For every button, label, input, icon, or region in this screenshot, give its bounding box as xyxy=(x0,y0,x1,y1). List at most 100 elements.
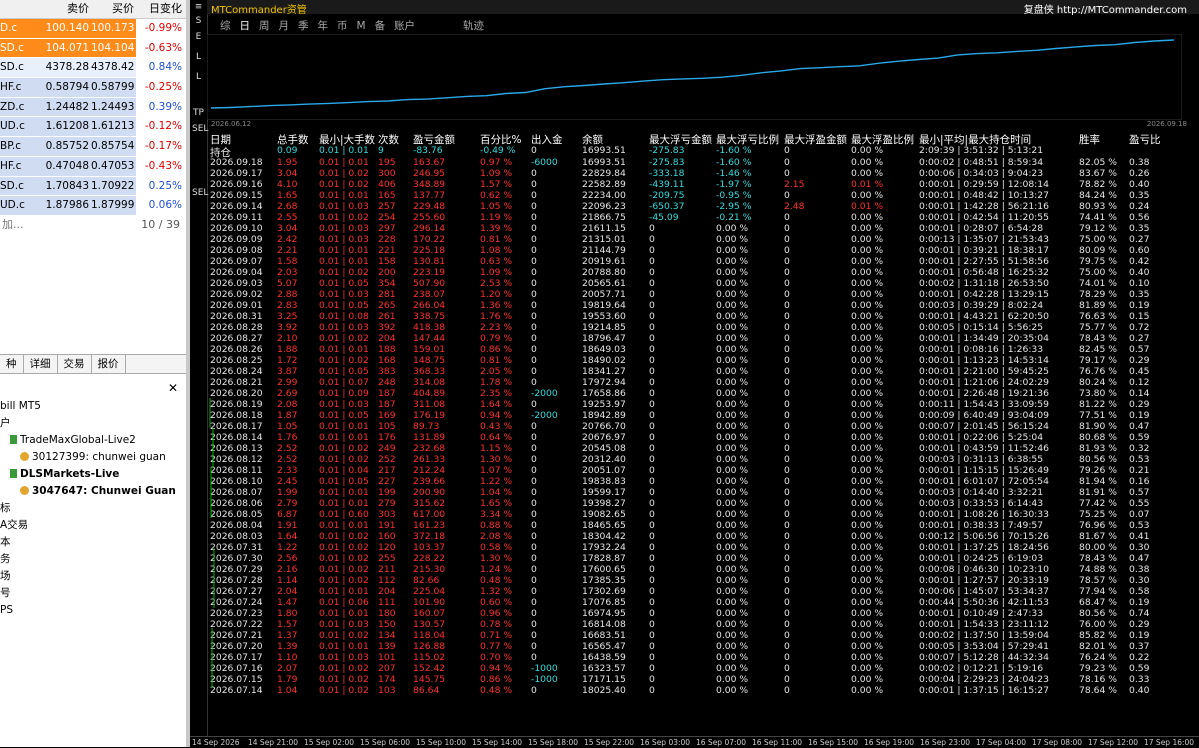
col-ask-header[interactable]: 买价 xyxy=(91,0,136,18)
table-row[interactable]: 2026.08.31 3.25 0.01 | 0.08 261 338.75 1.76 %… xyxy=(207,311,1199,322)
table-cell: 0:00:01 | 0:43:59 | 11:52:46 xyxy=(919,443,1049,454)
table-row[interactable]: 2026.07.16 2.07 0.01 | 0.02 207 152.42 0.94 %… xyxy=(207,663,1199,674)
navigator-item[interactable]: 本 xyxy=(0,534,186,551)
market-watch-row[interactable]: HF.c 0.58794 0.58799 -0.25% xyxy=(0,78,186,98)
table-row[interactable]: 2026.07.23 1.80 0.01 | 0.01 180 160.07 0.96 %… xyxy=(207,608,1199,619)
table-row[interactable]: 2026.09.17 3.04 0.01 | 0.02 300 246.95 1.09 %… xyxy=(207,168,1199,179)
period-tab[interactable]: 币 xyxy=(337,20,348,32)
table-row[interactable]: 2026.09.01 2.83 0.01 | 0.05 265 266.04 1.36 %… xyxy=(207,300,1199,311)
table-row[interactable]: 2026.07.17 1.10 0.01 | 0.03 101 115.02 0.70 %… xyxy=(207,652,1199,663)
col-change-header[interactable]: 日变化 xyxy=(136,0,186,18)
table-row[interactable]: 2026.09.16 4.10 0.01 | 0.02 406 348.89 1.57 %… xyxy=(207,179,1199,190)
table-row[interactable]: 2026.07.31 1.22 0.01 | 0.02 120 103.37 0.58 %… xyxy=(207,542,1199,553)
table-row[interactable]: 2026.07.29 2.16 0.01 | 0.02 211 215.30 1.24 %… xyxy=(207,564,1199,575)
menu-icon[interactable]: ≡ xyxy=(192,2,205,12)
navigator-item[interactable]: PS xyxy=(0,602,186,619)
period-tab[interactable]: 月 xyxy=(279,20,290,32)
market-watch-row[interactable]: D.c 100.140 100.173 -0.99% xyxy=(0,19,186,39)
table-row[interactable]: 2026.08.07 1.99 0.01 | 0.01 199 200.90 1.04 %… xyxy=(207,487,1199,498)
add-symbol-link[interactable]: 加... xyxy=(0,216,24,234)
tp-button[interactable]: TP xyxy=(192,108,205,118)
close-icon[interactable]: ✕ xyxy=(168,381,178,395)
table-row[interactable]: 2026.08.18 1.87 0.01 | 0.05 169 176.19 0.94 %… xyxy=(207,410,1199,421)
table-row[interactable]: 2026.08.21 2.99 0.01 | 0.07 248 314.08 1.78 %… xyxy=(207,377,1199,388)
period-tab[interactable]: 综 xyxy=(220,20,231,32)
navigator-item[interactable]: 务 xyxy=(0,551,186,568)
table-row[interactable]: 2026.08.17 1.05 0.01 | 0.01 105 89.73 0.43 % 0… xyxy=(207,421,1199,432)
table-row[interactable]: 2026.07.24 1.47 0.01 | 0.06 111 101.90 0.60 %… xyxy=(207,597,1199,608)
navigator-item[interactable]: 标 xyxy=(0,500,186,517)
table-row[interactable]: 2026.09.08 2.21 0.01 | 0.01 221 225.18 1.08 %… xyxy=(207,245,1199,256)
table-row[interactable]: 2026.07.15 1.79 0.01 | 0.02 174 145.75 0.86 %… xyxy=(207,674,1199,685)
period-tab[interactable]: 年 xyxy=(318,20,329,32)
table-row[interactable]: 2026.08.11 2.33 0.01 | 0.04 217 212.24 1.07 %… xyxy=(207,465,1199,476)
period-tab[interactable]: M xyxy=(357,20,366,32)
table-row[interactable]: 2026.08.06 2.79 0.01 | 0.01 279 315.62 1.65 %… xyxy=(207,498,1199,509)
brand-link[interactable]: 复盘侠 http://MTCommander.com xyxy=(1024,1,1187,16)
navigator-item[interactable]: 3047647: Chunwei Guan xyxy=(0,483,186,500)
table-row[interactable]: 2026.07.30 2.56 0.01 | 0.02 255 228.22 1.30 %… xyxy=(207,553,1199,564)
table-row[interactable]: 2026.08.03 1.64 0.01 | 0.02 160 372.18 2.08 %… xyxy=(207,531,1199,542)
table-row[interactable]: 2026.08.28 3.92 0.01 | 0.03 392 418.38 2.23 %… xyxy=(207,322,1199,333)
table-row[interactable]: 2026.09.14 2.68 0.01 | 0.03 257 229.48 1.05 %… xyxy=(207,201,1199,212)
tab-quotes[interactable]: 报价 xyxy=(92,355,126,373)
navigator-item[interactable]: 户 xyxy=(0,415,186,432)
navigator-item[interactable]: TradeMaxGlobal-Live2 xyxy=(0,432,186,449)
table-row[interactable]: 2026.07.22 1.57 0.01 | 0.03 150 130.57 0.78 %… xyxy=(207,619,1199,630)
table-row[interactable]: 2026.09.15 1.65 0.01 | 0.01 165 137.77 0.62 %… xyxy=(207,190,1199,201)
table-row[interactable]: 2026.07.27 2.04 0.01 | 0.01 204 225.04 1.32 %… xyxy=(207,586,1199,597)
table-row[interactable]: 2026.08.10 2.45 0.01 | 0.05 227 239.66 1.22 %… xyxy=(207,476,1199,487)
table-row[interactable]: 2026.07.14 1.04 0.01 | 0.02 103 86.64 0.48 % 0… xyxy=(207,685,1199,696)
table-row[interactable]: 2026.09.02 2.88 0.01 | 0.03 281 238.07 1.20 %… xyxy=(207,289,1199,300)
market-watch-row[interactable]: SD.c 104.071 104.104 -0.63% xyxy=(0,38,186,59)
table-row[interactable]: 2026.07.28 1.14 0.01 | 0.02 112 82.66 0.48 % 0… xyxy=(207,575,1199,586)
table-row[interactable]: 2026.08.12 2.52 0.01 | 0.02 252 261.33 1.30 %… xyxy=(207,454,1199,465)
table-row[interactable]: 2026.07.20 1.39 0.01 | 0.01 139 126.88 0.77 %… xyxy=(207,641,1199,652)
table-row[interactable]: 2026.08.25 1.72 0.01 | 0.02 168 148.75 0.81 %… xyxy=(207,355,1199,366)
table-row[interactable]: 2026.09.11 2.55 0.01 | 0.02 254 255.60 1.19 %… xyxy=(207,212,1199,223)
period-tab[interactable]: 日 xyxy=(240,20,251,32)
period-tab[interactable]: 周 xyxy=(259,20,270,32)
navigator-item[interactable]: 30127399: chunwei guan xyxy=(0,449,186,466)
tab-trading[interactable]: 交易 xyxy=(58,355,92,373)
sell-button-2[interactable]: SEL xyxy=(192,188,208,198)
tab-type[interactable]: 种 xyxy=(0,355,24,373)
col-symbol-header[interactable] xyxy=(0,0,45,18)
navigator-item[interactable]: DLSMarkets-Live xyxy=(0,466,186,483)
market-watch-row[interactable]: BP.c 0.85752 0.85754 -0.17% xyxy=(0,137,186,157)
table-row[interactable]: 2026.09.18 1.95 0.01 | 0.01 195 163.67 0.97 %… xyxy=(207,157,1199,168)
table-cell: 17828.87 xyxy=(582,553,626,564)
navigator-item[interactable]: A交易 xyxy=(0,517,186,534)
table-row[interactable]: 2026.07.21 1.37 0.01 | 0.02 134 118.04 0.71 %… xyxy=(207,630,1199,641)
period-tab[interactable]: 备 xyxy=(375,20,386,32)
period-tab[interactable]: 账户 xyxy=(394,20,415,32)
market-watch-row[interactable]: HF.c 0.47048 0.47053 -0.43% xyxy=(0,156,186,177)
table-row[interactable]: 2026.08.05 6.87 0.01 | 0.60 303 617.00 3.34 %… xyxy=(207,509,1199,520)
sell-button-1[interactable]: SEL xyxy=(192,124,208,134)
period-tab[interactable]: 季 xyxy=(298,20,309,32)
table-row[interactable]: 2026.08.19 2.08 0.01 | 0.03 187 311.08 1.64 %… xyxy=(207,399,1199,410)
navigator-item[interactable]: 号 xyxy=(0,585,186,602)
table-row[interactable]: 2026.09.10 3.04 0.01 | 0.03 297 296.14 1.39 %… xyxy=(207,223,1199,234)
market-watch-row[interactable]: SD.c 4378.28 4378.42 0.84% xyxy=(0,58,186,79)
table-row[interactable]: 2026.08.20 2.69 0.01 | 0.09 187 404.89 2.35 %… xyxy=(207,388,1199,399)
table-row[interactable]: 2026.08.26 1.88 0.01 | 0.01 188 159.01 0.86 %… xyxy=(207,344,1199,355)
table-row[interactable]: 2026.09.09 2.42 0.01 | 0.03 228 170.22 0.81 %… xyxy=(207,234,1199,245)
col-bid-header[interactable]: 卖价 xyxy=(45,0,91,18)
market-watch-row[interactable]: UD.c 1.87986 1.87999 0.06% xyxy=(0,196,186,216)
table-row[interactable]: 2026.08.24 3.87 0.01 | 0.05 383 368.33 2.05 %… xyxy=(207,366,1199,377)
tab-details[interactable]: 详细 xyxy=(24,355,58,373)
table-row[interactable]: 2026.08.04 1.91 0.01 | 0.01 191 161.23 0.88 %… xyxy=(207,520,1199,531)
market-watch-row[interactable]: SD.c 1.70843 1.70922 0.25% xyxy=(0,176,186,197)
table-row[interactable]: 2026.08.14 1.76 0.01 | 0.01 176 131.89 0.64 %… xyxy=(207,432,1199,443)
table-row[interactable]: 2026.08.27 2.10 0.01 | 0.02 204 147.44 0.79 %… xyxy=(207,333,1199,344)
table-row[interactable]: 2026.09.07 1.58 0.01 | 0.01 158 130.81 0.63 %… xyxy=(207,256,1199,267)
holding-row[interactable]: 持仓 0.09 0.01 | 0.01 9 -83.76 -0.49 % 0 16993.51… xyxy=(207,145,1199,159)
market-watch-row[interactable]: ZD.c 1.24482 1.24493 0.39% xyxy=(0,97,186,118)
navigator-item[interactable]: 场 xyxy=(0,568,186,585)
table-row[interactable]: 2026.09.03 5.07 0.01 | 0.05 354 507.90 2.53 %… xyxy=(207,278,1199,289)
navigator-item[interactable]: bill MT5 xyxy=(0,398,186,415)
table-row[interactable]: 2026.08.13 2.52 0.01 | 0.02 249 232.68 1.15 %… xyxy=(207,443,1199,454)
table-row[interactable]: 2026.09.04 2.03 0.01 | 0.02 200 223.19 1.09 %… xyxy=(207,267,1199,278)
market-watch-row[interactable]: UD.c 1.61208 1.61213 -0.12% xyxy=(0,117,186,138)
